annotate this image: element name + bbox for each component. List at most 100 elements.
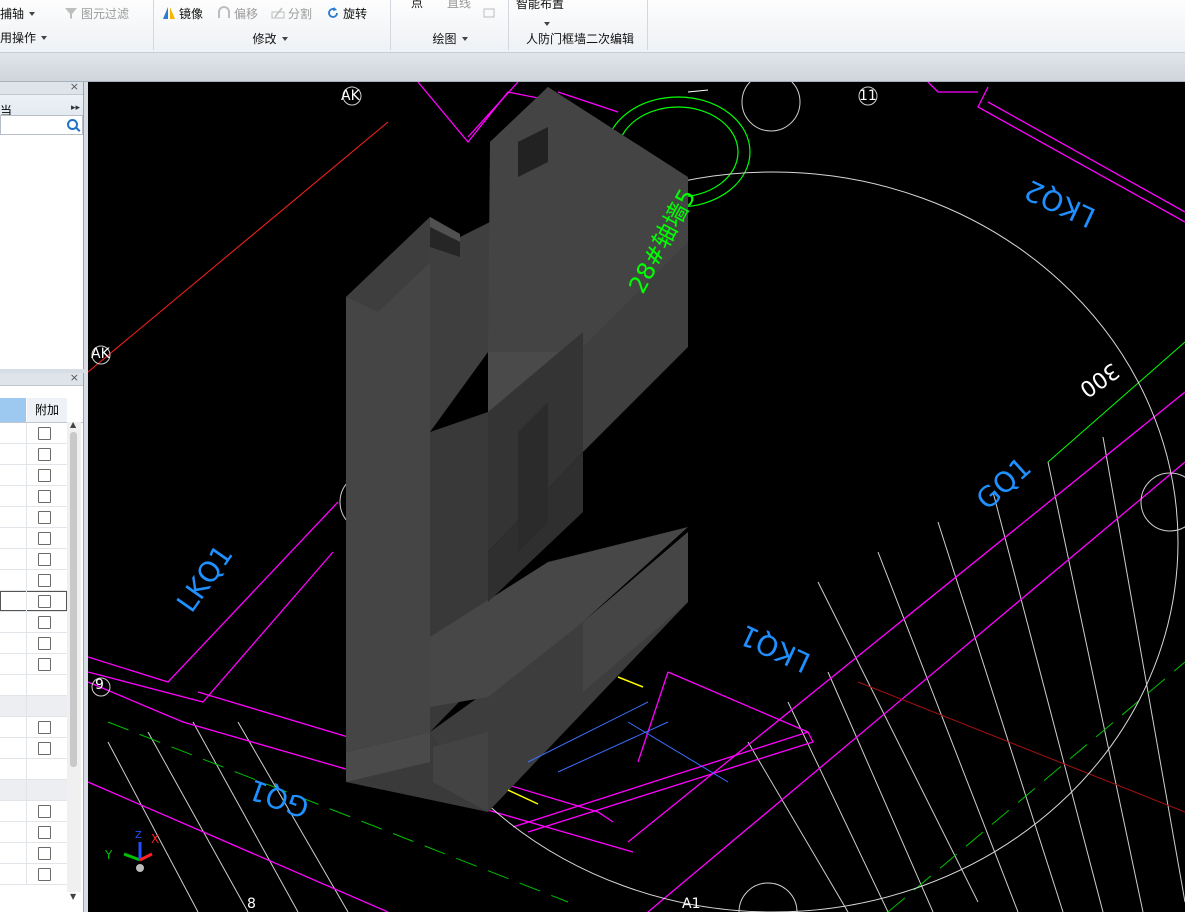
search-input[interactable]	[0, 115, 83, 135]
axis-label-9: 9	[95, 677, 104, 693]
checkbox-icon[interactable]	[38, 469, 51, 482]
table-row[interactable]	[0, 759, 67, 780]
axis-button-label: 捕轴	[0, 7, 25, 21]
row-divider	[26, 423, 27, 444]
row-divider	[26, 444, 27, 465]
rotate-button[interactable]: 旋转	[326, 5, 367, 23]
row-divider	[26, 591, 27, 612]
checkbox-icon[interactable]	[38, 574, 51, 587]
table-row[interactable]	[0, 507, 67, 528]
row-divider	[26, 801, 27, 822]
rotate-icon	[328, 7, 338, 18]
checkbox-icon[interactable]	[38, 553, 51, 566]
offset-button[interactable]: 偏移	[217, 5, 258, 23]
table-row[interactable]	[0, 633, 67, 654]
group-separator	[508, 0, 509, 50]
table-row[interactable]	[0, 570, 67, 591]
cad-viewport[interactable]: AK AK 11 9 8 A1 28#轴墙5 300 LKQ1 LKQ1 LKQ…	[88, 82, 1185, 912]
table-row[interactable]	[0, 696, 67, 717]
smart-layout-dropdown[interactable]	[539, 17, 550, 31]
point-button[interactable]: 点	[411, 0, 423, 12]
common-ops-button[interactable]: 用操作	[0, 29, 48, 47]
table-row[interactable]	[0, 549, 67, 570]
ucs-y-label: Y	[105, 848, 113, 862]
row-divider	[26, 717, 27, 738]
checkbox-icon[interactable]	[38, 448, 51, 461]
row-divider	[26, 843, 27, 864]
checkbox-icon[interactable]	[38, 637, 51, 650]
chevron-down-icon	[29, 12, 36, 16]
scroll-down-icon[interactable]: ▼	[70, 892, 76, 901]
table-row[interactable]	[0, 675, 67, 696]
rect-draw-button[interactable]	[482, 5, 499, 23]
door-frame-wall-solid[interactable]	[346, 87, 688, 812]
common-ops-label: 用操作	[0, 31, 37, 45]
group-separator	[153, 0, 154, 50]
axis-button[interactable]: 捕轴	[0, 5, 36, 23]
checkbox-icon[interactable]	[38, 595, 51, 608]
table-row[interactable]	[0, 612, 67, 633]
line-button[interactable]: 直线	[447, 0, 471, 12]
checkbox-icon[interactable]	[38, 532, 51, 545]
column-header-selected[interactable]	[0, 398, 26, 422]
offset-icon	[218, 6, 230, 18]
checkbox-icon[interactable]	[38, 427, 51, 440]
table-row[interactable]	[0, 801, 67, 822]
scroll-thumb[interactable]	[70, 432, 77, 767]
table-row[interactable]	[0, 444, 67, 465]
table-row[interactable]	[0, 717, 67, 738]
modify-label: 修改	[252, 32, 277, 46]
table-row[interactable]	[0, 780, 67, 801]
draw-group-label[interactable]: 绘图	[420, 31, 480, 47]
checkbox-icon[interactable]	[38, 658, 51, 671]
group-separator	[390, 0, 391, 50]
checkbox-icon[interactable]	[38, 490, 51, 503]
table-row[interactable]	[0, 591, 67, 612]
table-row[interactable]	[0, 654, 67, 675]
split-icon	[271, 7, 285, 19]
checkbox-icon[interactable]	[38, 805, 51, 818]
close-icon[interactable]: ×	[70, 372, 79, 384]
panel-header: ×	[0, 81, 83, 95]
filter-button[interactable]: 图元过滤	[64, 5, 129, 23]
scroll-up-icon[interactable]: ▲	[70, 420, 76, 429]
mirror-label: 镜像	[179, 7, 204, 21]
row-divider	[26, 864, 27, 885]
civil-defense-group-label: 人防门框墙二次编辑	[518, 31, 642, 47]
table-row[interactable]	[0, 864, 67, 885]
row-divider	[26, 549, 27, 570]
checkbox-icon[interactable]	[38, 721, 51, 734]
split-button[interactable]: 分割	[271, 5, 312, 23]
table-row[interactable]	[0, 486, 67, 507]
checkbox-icon[interactable]	[38, 868, 51, 881]
axis-label-a1: A1	[682, 896, 701, 912]
close-icon[interactable]: ×	[70, 81, 79, 93]
scrollbar[interactable]: ▲ ▼	[67, 420, 81, 901]
expand-icon[interactable]: ▸▸	[71, 103, 80, 113]
checkbox-icon[interactable]	[38, 616, 51, 629]
axis-label-11: 11	[859, 88, 877, 104]
table-row[interactable]	[0, 843, 67, 864]
search-icon[interactable]	[67, 119, 78, 130]
rectangle-icon	[483, 8, 495, 18]
table-row[interactable]	[0, 423, 67, 444]
modify-group-label[interactable]: 修改	[240, 31, 300, 47]
checkbox-icon[interactable]	[38, 826, 51, 839]
table-row[interactable]	[0, 738, 67, 759]
row-divider	[26, 612, 27, 633]
column-header-extra[interactable]: 附加	[27, 398, 67, 422]
checkbox-icon[interactable]	[38, 847, 51, 860]
ribbon: 捕轴 用操作 图元过滤 镜像 偏移 分割 旋转 修改 点 直线 绘图 智能布置 …	[0, 0, 1185, 53]
table-row[interactable]	[0, 465, 67, 486]
table-row[interactable]	[0, 528, 67, 549]
mirror-button[interactable]: 镜像	[162, 5, 203, 23]
smart-layout-button[interactable]: 智能布置	[516, 0, 564, 13]
checkbox-icon[interactable]	[38, 742, 51, 755]
rotate-label: 旋转	[343, 7, 368, 21]
table-row[interactable]	[0, 822, 67, 843]
row-divider	[26, 465, 27, 486]
axis-label-ak-left: AK	[91, 346, 110, 362]
checkbox-icon[interactable]	[38, 511, 51, 524]
offset-label: 偏移	[234, 7, 259, 21]
line-label: 直线	[447, 0, 472, 10]
